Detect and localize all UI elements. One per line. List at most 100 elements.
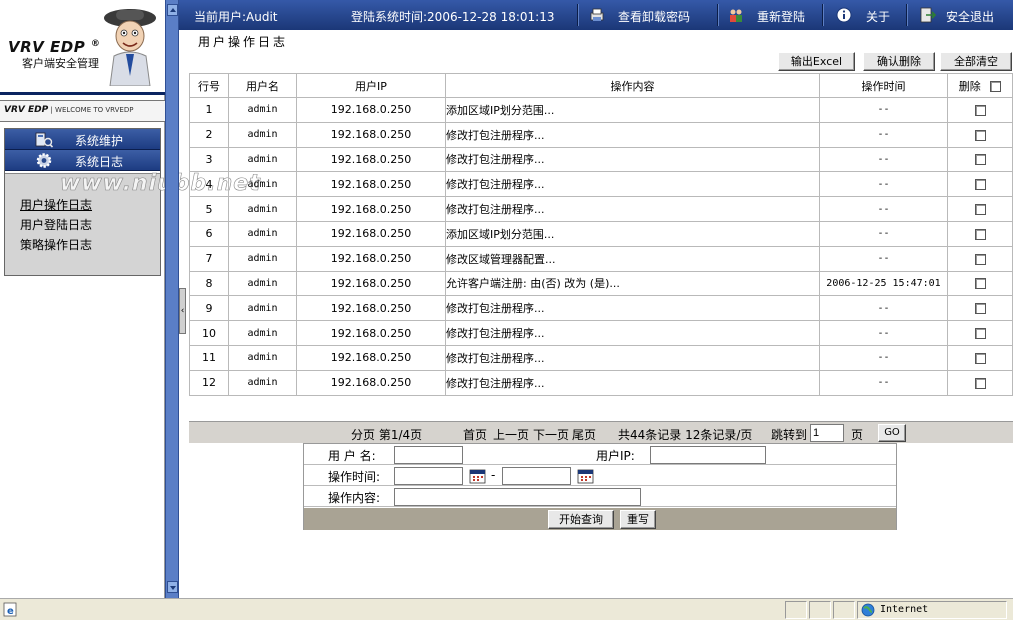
first-page-link[interactable]: 首页 [463, 426, 487, 443]
table-row: 4 admin 192.168.0.250 修改打包注册程序... -- [189, 171, 1013, 198]
exit-icon [920, 7, 936, 23]
delete-cell [947, 97, 1013, 123]
user-ip-cell: 192.168.0.250 [296, 369, 446, 396]
username-cell: admin [228, 320, 297, 346]
toolbar-divider [577, 4, 578, 26]
op-time-cell: -- [819, 121, 948, 148]
col-user-ip: 用户IP [296, 73, 446, 98]
browser-status-bar: e Internet [0, 598, 1013, 620]
row-delete-checkbox[interactable] [974, 228, 986, 240]
svg-text:e: e [7, 606, 14, 617]
row-delete-checkbox[interactable] [974, 303, 986, 315]
go-button[interactable]: GO [878, 424, 906, 442]
op-time-label: 操作时间: [328, 470, 381, 484]
zone-label: Internet [880, 604, 929, 615]
col-op-time: 操作时间 [819, 73, 948, 98]
table-body: 1 admin 192.168.0.250 添加区域IP划分范围... -- 2 admin… [189, 97, 1013, 396]
scroll-down-button[interactable] [167, 581, 178, 593]
row-no-cell: 7 [189, 245, 229, 272]
end-time-input[interactable] [502, 467, 571, 485]
calendar-icon[interactable] [577, 468, 594, 484]
operation-cell: 修改打包注册程序... [445, 121, 820, 148]
jump-to-label: 跳转到 [771, 428, 808, 442]
row-delete-checkbox[interactable] [974, 104, 986, 116]
select-all-checkbox[interactable] [990, 81, 1002, 92]
table-row: 10 admin 192.168.0.250 修改打包注册程序... -- [189, 320, 1013, 346]
logout-button[interactable]: 安全退出 [946, 8, 994, 25]
relogin-button[interactable]: 重新登陆 [757, 8, 805, 25]
row-delete-checkbox[interactable] [974, 253, 986, 265]
about-button[interactable]: 关于 [866, 8, 890, 25]
toolbar-divider [717, 4, 718, 26]
search-form: 用 户 名: 用户IP: 操作时间: - 操作内容: 开始查询 重写 [303, 443, 897, 530]
confirm-delete-button[interactable]: 确认删除 [863, 52, 935, 71]
calendar-icon[interactable] [469, 468, 486, 484]
delete-cell [947, 270, 1013, 297]
row-delete-checkbox[interactable] [974, 278, 986, 290]
row-delete-checkbox[interactable] [974, 204, 986, 216]
maintenance-icon [35, 132, 53, 148]
row-no-cell: 10 [189, 320, 229, 346]
collapse-sidebar-handle[interactable]: ‹ [179, 288, 186, 334]
user-ip-input[interactable] [650, 446, 766, 464]
table-header-row: 行号 用户名 用户IP 操作内容 操作时间 删除 [189, 73, 1013, 98]
delete-cell [947, 171, 1013, 198]
row-delete-checkbox[interactable] [974, 154, 986, 166]
sidebar-section-maintenance[interactable]: 系统维护 [5, 129, 160, 150]
brand-subtitle: 客户端安全管理 [22, 57, 99, 70]
op-time-cell: -- [819, 295, 948, 322]
login-time-label: 登陆系统时间:2006-12-28 18:01:13 [351, 10, 555, 24]
page-info: 分页 第1/4页 [351, 428, 423, 442]
username-cell: admin [228, 295, 297, 322]
username-cell: admin [228, 369, 297, 396]
row-no-cell: 9 [189, 295, 229, 322]
sidebar-section-system-log[interactable]: 系统日志 [5, 150, 160, 171]
left-sidebar: VRV EDP ® 客户端安全管理 VRV EDP | WELCOME TO V… [0, 0, 260, 598]
user-ip-label: 用户IP: [596, 449, 635, 463]
sidebar-item-policy-operation-log[interactable]: 策略操作日志 [20, 236, 160, 256]
export-excel-button[interactable]: 输出Excel [778, 52, 855, 71]
start-time-input[interactable] [394, 467, 463, 485]
operation-cell: 修改区域管理器配置... [445, 245, 820, 272]
row-no-cell: 12 [189, 369, 229, 396]
delete-cell [947, 196, 1013, 222]
jump-page-input[interactable] [810, 424, 844, 442]
user-ip-cell: 192.168.0.250 [296, 171, 446, 198]
row-delete-checkbox[interactable] [974, 179, 986, 191]
delete-cell [947, 320, 1013, 346]
sidebar-scrollbar[interactable] [165, 0, 179, 598]
prev-page-link[interactable]: 上一页 [493, 426, 529, 443]
table-row: 7 admin 192.168.0.250 修改区域管理器配置... -- [189, 245, 1013, 272]
table-row: 9 admin 192.168.0.250 修改打包注册程序... -- [189, 295, 1013, 322]
row-delete-checkbox[interactable] [974, 328, 986, 340]
operation-cell: 修改打包注册程序... [445, 196, 820, 222]
next-page-link[interactable]: 下一页 [533, 426, 569, 443]
operation-log-table: 行号 用户名 用户IP 操作内容 操作时间 删除 1 admin 192.168.0… [189, 73, 1013, 396]
op-content-input[interactable] [394, 488, 641, 506]
scroll-up-button[interactable] [167, 4, 178, 16]
search-actions: 开始查询 重写 [304, 508, 896, 530]
sidebar-item-user-login-log[interactable]: 用户登陆日志 [20, 216, 160, 236]
row-no-cell: 5 [189, 196, 229, 222]
start-query-button[interactable]: 开始查询 [548, 510, 614, 529]
user-ip-cell: 192.168.0.250 [296, 320, 446, 346]
reset-button[interactable]: 重写 [620, 510, 656, 529]
status-pane [833, 601, 855, 619]
last-page-link[interactable]: 尾页 [572, 426, 596, 443]
col-operation: 操作内容 [445, 73, 820, 98]
view-uninstall-password-button[interactable]: 查看卸载密码 [618, 8, 690, 25]
security-zone-pane: Internet [857, 601, 1007, 619]
username-input[interactable] [394, 446, 463, 464]
row-delete-checkbox[interactable] [974, 129, 986, 141]
row-delete-checkbox[interactable] [974, 352, 986, 364]
col-row-no: 行号 [189, 73, 229, 98]
operation-cell: 修改打包注册程序... [445, 146, 820, 173]
log-menu-items: 用户操作日志 用户登陆日志 策略操作日志 [5, 173, 160, 275]
delete-cell [947, 295, 1013, 322]
row-no-cell: 8 [189, 270, 229, 297]
sidebar-item-user-operation-log[interactable]: 用户操作日志 [20, 196, 160, 216]
user-ip-cell: 192.168.0.250 [296, 97, 446, 123]
clear-all-button[interactable]: 全部清空 [940, 52, 1012, 71]
row-delete-checkbox[interactable] [974, 377, 986, 389]
operation-cell: 修改打包注册程序... [445, 369, 820, 396]
